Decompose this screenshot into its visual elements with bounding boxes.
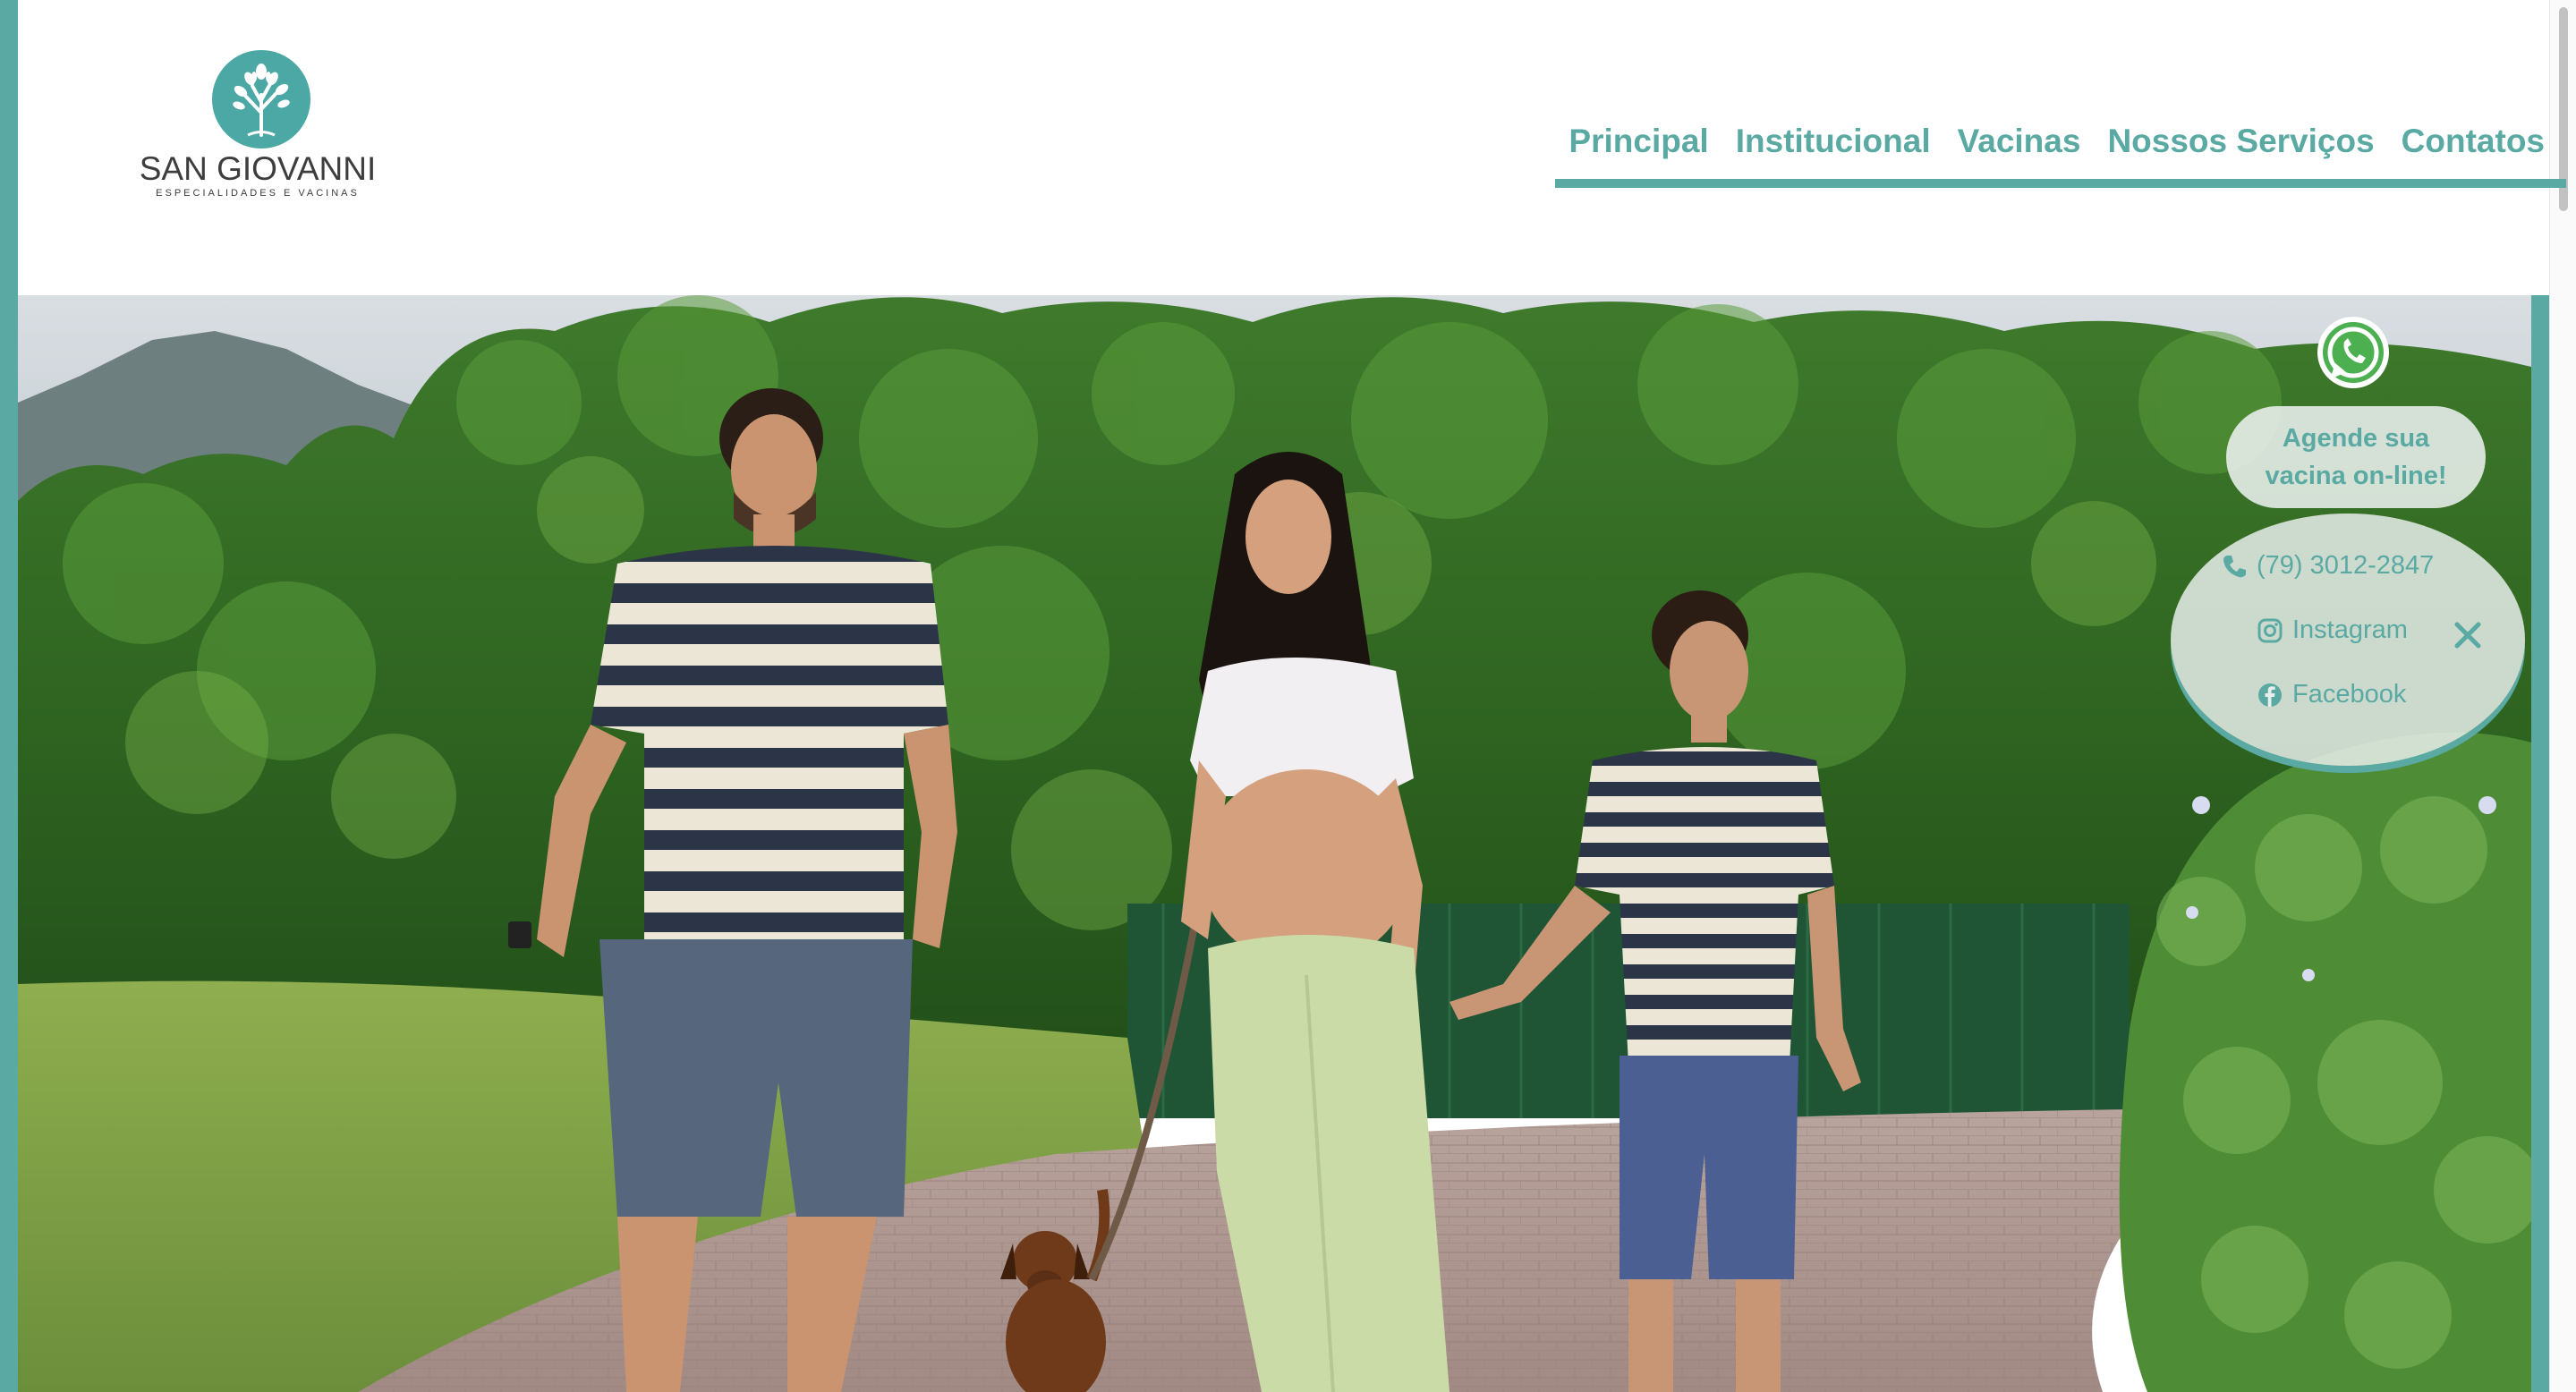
phone-number: (79) 3012-2847 — [2257, 551, 2435, 580]
facebook-icon — [2258, 683, 2282, 707]
instagram-icon — [2257, 618, 2283, 642]
phone-icon — [2223, 555, 2246, 577]
nav-item-nossos-servicos[interactable]: Nossos Serviços — [2107, 115, 2374, 168]
schedule-vaccine-button[interactable]: Agende sua vacina on-line! — [2226, 406, 2486, 508]
scrollbar[interactable] — [2549, 0, 2576, 1392]
instagram-link[interactable]: Instagram — [2257, 615, 2408, 645]
nav-underline — [1555, 179, 2566, 188]
phone-link[interactable]: (79) 3012-2847 — [2221, 551, 2434, 581]
nav-item-vacinas[interactable]: Vacinas — [1958, 115, 2081, 168]
hero-image — [18, 295, 2531, 1392]
logo-title: SAN GIOVANNI — [139, 150, 377, 187]
whatsapp-icon[interactable] — [2314, 313, 2393, 392]
nav-item-institucional[interactable]: Institucional — [1736, 115, 1931, 168]
tree-logo-icon — [212, 50, 310, 149]
main-nav: Principal Institucional Vacinas Nossos S… — [1555, 115, 2566, 188]
site-header: SAN GIOVANNI ESPECIALIDADES E VACINAS Pr… — [18, 0, 2566, 295]
nav-item-contatos[interactable]: Contatos — [2402, 115, 2545, 168]
family-walking-photo — [18, 295, 2531, 1392]
right-frame-border — [2531, 295, 2549, 1392]
left-frame-border — [0, 0, 18, 1392]
instagram-label: Instagram — [2292, 615, 2408, 644]
logo-tagline: ESPECIALIDADES E VACINAS — [156, 188, 360, 199]
logo[interactable]: SAN GIOVANNI ESPECIALIDADES E VACINAS — [132, 45, 383, 206]
schedule-vaccine-label: Agende sua vacina on-line! — [2265, 424, 2447, 490]
contact-bubble: (79) 3012-2847 Instagram Facebook — [2171, 514, 2525, 766]
nav-item-principal[interactable]: Principal — [1569, 115, 1708, 168]
facebook-label: Facebook — [2292, 680, 2407, 709]
facebook-link[interactable]: Facebook — [2257, 680, 2406, 709]
close-icon[interactable] — [2452, 619, 2484, 651]
